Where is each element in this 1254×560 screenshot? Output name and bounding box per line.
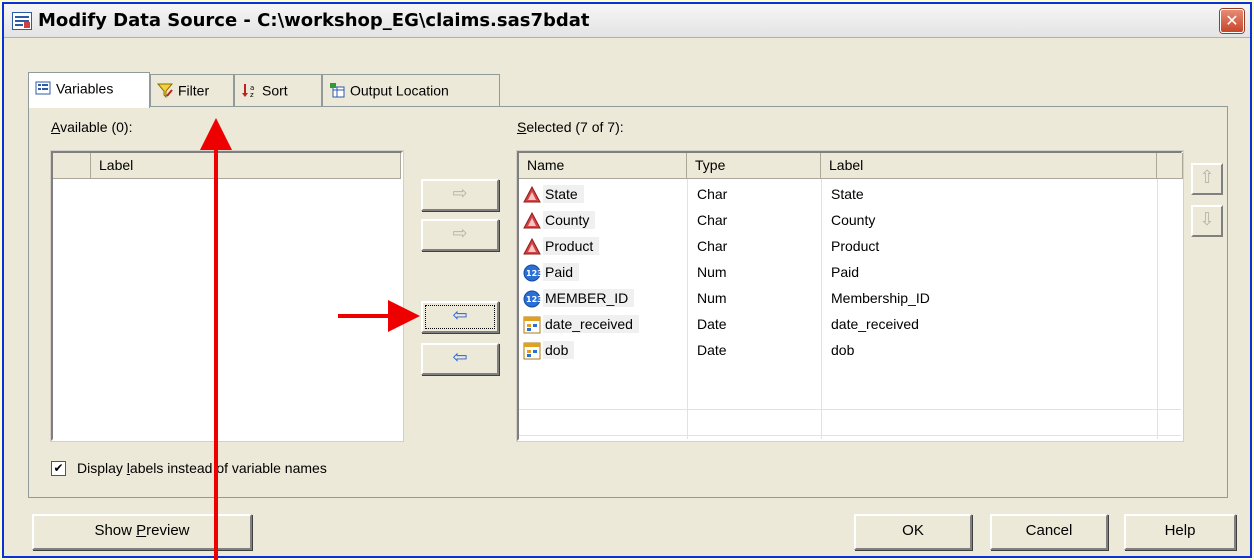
selected-row-name-cell: County (523, 207, 596, 232)
output-table-icon (329, 82, 345, 98)
variable-name: State (543, 185, 584, 203)
add-button[interactable]: ⇨ (421, 179, 499, 211)
variable-name: Paid (543, 263, 580, 281)
variables-list-icon (35, 80, 51, 96)
char-icon (523, 186, 541, 204)
move-up-button[interactable]: ⇧ (1191, 163, 1223, 195)
variable-label: County (831, 212, 876, 228)
svg-text:123: 123 (526, 269, 541, 278)
selected-row-name-cell: State (523, 181, 584, 206)
variable-name: MEMBER_ID (543, 289, 635, 307)
display-labels-text[interactable]: Display labels instead of variable names (77, 460, 327, 476)
tab-sort[interactable]: az Sort (234, 74, 322, 106)
variable-label: date_received (831, 316, 919, 332)
sort-icon: az (241, 82, 257, 99)
available-col-label-header[interactable]: Label (91, 153, 401, 179)
cancel-button[interactable]: Cancel (990, 514, 1108, 550)
remove-all-button[interactable]: ⇦ (421, 343, 499, 375)
char-icon (523, 212, 541, 230)
move-down-button[interactable]: ⇩ (1191, 205, 1223, 237)
selected-label: Selected (7 of 7): (517, 119, 624, 135)
variable-name: date_received (543, 315, 639, 333)
ok-button[interactable]: OK (854, 514, 972, 550)
date-icon (523, 316, 541, 334)
selected-row-name-cell: dob (523, 337, 575, 362)
double-arrow-left-icon: ⇦ (452, 347, 468, 368)
modify-data-source-dialog: Modify Data Source - C:\workshop_EG\clai… (2, 2, 1252, 558)
help-button[interactable]: Help (1124, 514, 1236, 550)
selected-row-name-cell: date_received (523, 311, 639, 336)
arrow-right-icon: ⇨ (452, 183, 468, 204)
funnel-icon (156, 82, 174, 99)
variable-type: Date (697, 316, 727, 332)
char-icon (523, 238, 541, 256)
show-preview-button[interactable]: Show Preview (32, 514, 252, 550)
selected-col-filler-header (1157, 153, 1183, 179)
variable-type: Num (697, 264, 727, 280)
available-list[interactable]: Label (51, 151, 403, 441)
arrow-down-icon: ⇩ (1199, 209, 1215, 230)
tab-output-location[interactable]: Output Location (322, 74, 500, 106)
available-label: Available (0): (51, 119, 133, 135)
variable-label: dob (831, 342, 855, 358)
selected-list[interactable]: Name Type Label State Char State County Char… (517, 151, 1183, 441)
selected-row[interactable]: dob Date dob (519, 337, 1181, 362)
tab-filter-label: Filter (178, 82, 210, 99)
selected-row[interactable]: County Char County (519, 207, 1181, 232)
selected-row[interactable]: date_received Date date_received (519, 311, 1181, 336)
add-all-button[interactable]: ⇨ (421, 219, 499, 251)
variable-name: County (543, 211, 596, 229)
tab-output-location-label: Output Location (350, 82, 449, 99)
variable-type: Num (697, 290, 727, 306)
tab-sort-label: Sort (262, 82, 288, 99)
date-icon (523, 342, 541, 360)
variable-label: Paid (831, 264, 860, 280)
selected-col-type-header[interactable]: Type (687, 153, 821, 179)
variable-type: Char (697, 238, 728, 254)
variable-label: Product (831, 238, 880, 254)
variable-type: Date (697, 342, 727, 358)
variable-name: dob (543, 341, 575, 359)
selected-row-name-cell: Product (523, 233, 600, 258)
selected-row[interactable]: 123 MEMBER_ID Num Membership_ID (519, 285, 1181, 310)
selected-row-name-cell: 123 Paid (523, 259, 580, 284)
selected-row[interactable]: 123 Paid Num Paid (519, 259, 1181, 284)
num-icon: 123 (523, 290, 543, 308)
num-icon: 123 (523, 264, 543, 282)
svg-text:z: z (250, 91, 254, 98)
display-labels-checkbox[interactable]: ✔ (51, 461, 66, 476)
selected-row[interactable]: State Char State (519, 181, 1181, 206)
svg-text:123: 123 (526, 295, 541, 304)
remove-button[interactable]: ⇦ (421, 301, 499, 333)
selected-col-name-header[interactable]: Name (519, 153, 687, 179)
variable-label: State (831, 186, 864, 202)
window-title: Modify Data Source - C:\workshop_EG\clai… (38, 10, 590, 31)
variable-type: Char (697, 186, 728, 202)
title-bar[interactable]: Modify Data Source - C:\workshop_EG\clai… (4, 4, 1250, 38)
tab-filter[interactable]: Filter (150, 74, 234, 106)
double-arrow-right-icon: ⇨ (452, 223, 468, 244)
variable-type: Char (697, 212, 728, 228)
arrow-up-icon: ⇧ (1199, 167, 1215, 188)
close-button[interactable]: ✕ (1220, 9, 1244, 33)
selected-row[interactable]: Product Char Product (519, 233, 1181, 258)
available-col-blank-header[interactable] (53, 153, 91, 179)
data-source-app-icon (12, 12, 32, 30)
tab-variables[interactable]: Variables (28, 72, 150, 108)
variable-label: Membership_ID (831, 290, 930, 306)
arrow-left-icon: ⇦ (452, 305, 468, 326)
variable-name: Product (543, 237, 600, 255)
selected-row-name-cell: 123 MEMBER_ID (523, 285, 635, 310)
tab-variables-label: Variables (56, 80, 114, 97)
selected-col-label-header[interactable]: Label (821, 153, 1157, 179)
variables-tab-panel: Available (0): Label ⇨ ⇨ ⇦ ⇦ Selected (7… (28, 106, 1228, 498)
